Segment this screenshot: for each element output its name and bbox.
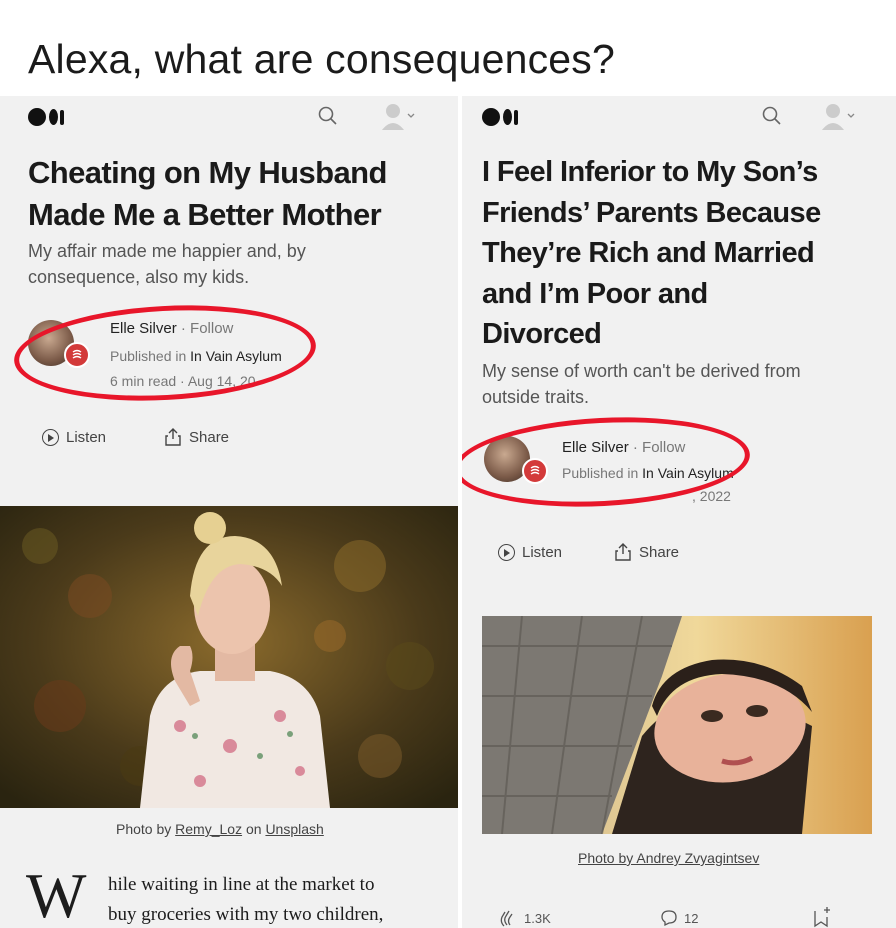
share-button[interactable]: Share [164,427,229,447]
drop-cap: W [26,860,87,928]
article-title: Cheating on My Husband Made Me a Better … [28,155,387,232]
search-icon[interactable] [316,104,340,128]
user-avatar-icon[interactable] [820,102,860,130]
bookmark-add-icon [814,907,830,928]
play-icon [42,429,59,446]
article-title: I Feel Inferior to My Son’s Friends’ Par… [482,156,821,350]
article-subtitle: My affair made me happier and, by conseq… [28,241,306,287]
left-article-screenshot: Cheating on My Husband Made Me a Better … [0,96,458,928]
search-icon[interactable] [760,104,784,128]
medium-logo-icon[interactable] [28,108,64,126]
share-icon [615,543,631,561]
listen-button[interactable]: Listen [498,544,562,561]
cropped-top-fragment [150,0,240,6]
article-subtitle: My sense of worth can't be derived from … [482,361,801,407]
chevron-down-icon [407,113,415,118]
chevron-down-icon [847,113,855,118]
comment-button[interactable]: 12 [660,909,698,927]
article-photo-woman-lying [482,616,872,834]
photo-credit-site-link[interactable]: Unsplash [265,821,323,837]
right-article-screenshot: I Feel Inferior to My Son’s Friends’ Par… [462,96,896,928]
photo-credit-author-link[interactable]: Remy_Loz [175,821,242,837]
user-avatar-icon[interactable] [380,102,420,130]
meme-caption: Alexa, what are consequences? [28,36,616,82]
share-icon [165,428,181,446]
article-body-text: hile waiting in line at the market to bu… [108,874,384,925]
play-icon [498,544,515,561]
clap-icon [500,910,513,927]
comment-icon [661,910,677,927]
article-photo-woman-flowers [0,506,458,808]
listen-button[interactable]: Listen [42,429,106,446]
red-annotation-circle [11,298,319,408]
photo-credit-link[interactable]: Photo by Andrey Zvyagintsev [578,850,759,866]
clap-button[interactable]: 1.3K [498,908,551,928]
share-button[interactable]: Share [614,542,679,562]
photo-credit: Photo by Remy_Loz on Unsplash [116,821,324,837]
bookmark-button[interactable] [812,906,832,928]
medium-logo-icon[interactable] [482,108,518,126]
